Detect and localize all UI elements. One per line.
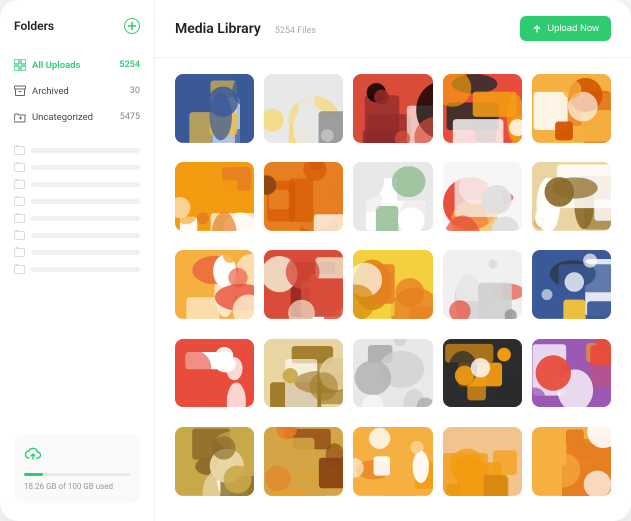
media-thumbnail[interactable] (353, 162, 432, 231)
placeholder-line (31, 250, 140, 255)
folder-icon (14, 231, 25, 240)
placeholder-line (31, 199, 140, 204)
sidebar-item-label: All Uploads (32, 60, 80, 71)
media-thumbnail[interactable] (532, 162, 611, 231)
media-thumbnail[interactable] (175, 427, 254, 496)
sidebar: Folders All Uploads 5254 Archived 30 (0, 0, 155, 521)
empty-folder-placeholder[interactable] (14, 227, 140, 244)
media-thumbnail[interactable] (264, 74, 343, 143)
folder-count: 30 (130, 86, 140, 96)
placeholder-line (31, 148, 140, 153)
media-thumbnail[interactable] (175, 339, 254, 408)
media-thumbnail[interactable] (532, 74, 611, 143)
folder-icon (14, 214, 25, 223)
placeholder-line (31, 182, 140, 187)
upload-icon (532, 24, 542, 34)
sidebar-title: Folders (14, 19, 54, 33)
empty-folder-placeholder[interactable] (14, 142, 140, 159)
upload-button[interactable]: Upload Now (520, 16, 611, 41)
media-thumbnail[interactable] (264, 427, 343, 496)
add-folder-button[interactable] (124, 18, 140, 34)
placeholder-line (31, 267, 140, 272)
empty-folder-placeholder[interactable] (14, 193, 140, 210)
folder-icon (14, 248, 25, 257)
media-thumbnail[interactable] (443, 427, 522, 496)
folder-icon (14, 180, 25, 189)
plus-icon (128, 22, 136, 30)
upload-button-label: Upload Now (547, 23, 599, 34)
page-subtitle: 5254 Files (275, 26, 316, 36)
main-area: Media Library 5254 Files Upload Now (155, 0, 631, 521)
folder-icon (14, 163, 25, 172)
storage-bar-fill (24, 473, 43, 476)
topbar: Media Library 5254 Files Upload Now (155, 0, 631, 58)
empty-folder-placeholder[interactable] (14, 159, 140, 176)
storage-widget: 18.26 GB of 100 GB used (14, 434, 140, 503)
media-thumbnail[interactable] (264, 250, 343, 319)
media-grid (155, 58, 631, 521)
media-thumbnail[interactable] (175, 250, 254, 319)
sidebar-item-archived[interactable]: Archived 30 (14, 78, 140, 104)
storage-text: 18.26 GB of 100 GB used (24, 482, 130, 491)
media-thumbnail[interactable] (443, 74, 522, 143)
folder-icon (14, 197, 25, 206)
placeholder-line (31, 165, 140, 170)
empty-folder-placeholder[interactable] (14, 210, 140, 227)
placeholder-line (31, 216, 140, 221)
cloud-upload-icon (24, 446, 130, 465)
media-thumbnail[interactable] (443, 162, 522, 231)
empty-folder-placeholder[interactable] (14, 244, 140, 261)
page-title: Media Library (175, 21, 261, 37)
media-thumbnail[interactable] (353, 339, 432, 408)
sidebar-item-label: Uncategorized (32, 112, 93, 123)
sidebar-header: Folders (14, 18, 140, 34)
empty-folders-list (14, 142, 140, 426)
media-thumbnail[interactable] (264, 339, 343, 408)
folder-icon (14, 146, 25, 155)
storage-bar (24, 473, 130, 476)
media-thumbnail[interactable] (353, 250, 432, 319)
media-thumbnail[interactable] (443, 250, 522, 319)
folder-icon (14, 265, 25, 274)
media-thumbnail[interactable] (532, 339, 611, 408)
media-thumbnail[interactable] (175, 74, 254, 143)
placeholder-line (31, 233, 140, 238)
media-thumbnail[interactable] (353, 74, 432, 143)
media-thumbnail[interactable] (532, 427, 611, 496)
media-thumbnail[interactable] (443, 339, 522, 408)
media-thumbnail[interactable] (175, 162, 254, 231)
empty-folder-placeholder[interactable] (14, 261, 140, 278)
sidebar-item-all-uploads[interactable]: All Uploads 5254 (14, 52, 140, 78)
media-thumbnail[interactable] (264, 162, 343, 231)
folder-count: 5475 (120, 112, 140, 122)
archive-icon (14, 85, 26, 97)
sidebar-item-label: Archived (32, 86, 69, 97)
empty-folder-placeholder[interactable] (14, 176, 140, 193)
grid-icon (14, 59, 26, 71)
folder-count: 5254 (119, 60, 140, 70)
media-thumbnail[interactable] (532, 250, 611, 319)
sidebar-item-uncategorized[interactable]: Uncategorized 5475 (14, 104, 140, 130)
media-thumbnail[interactable] (353, 427, 432, 496)
folder-icon (14, 111, 26, 123)
